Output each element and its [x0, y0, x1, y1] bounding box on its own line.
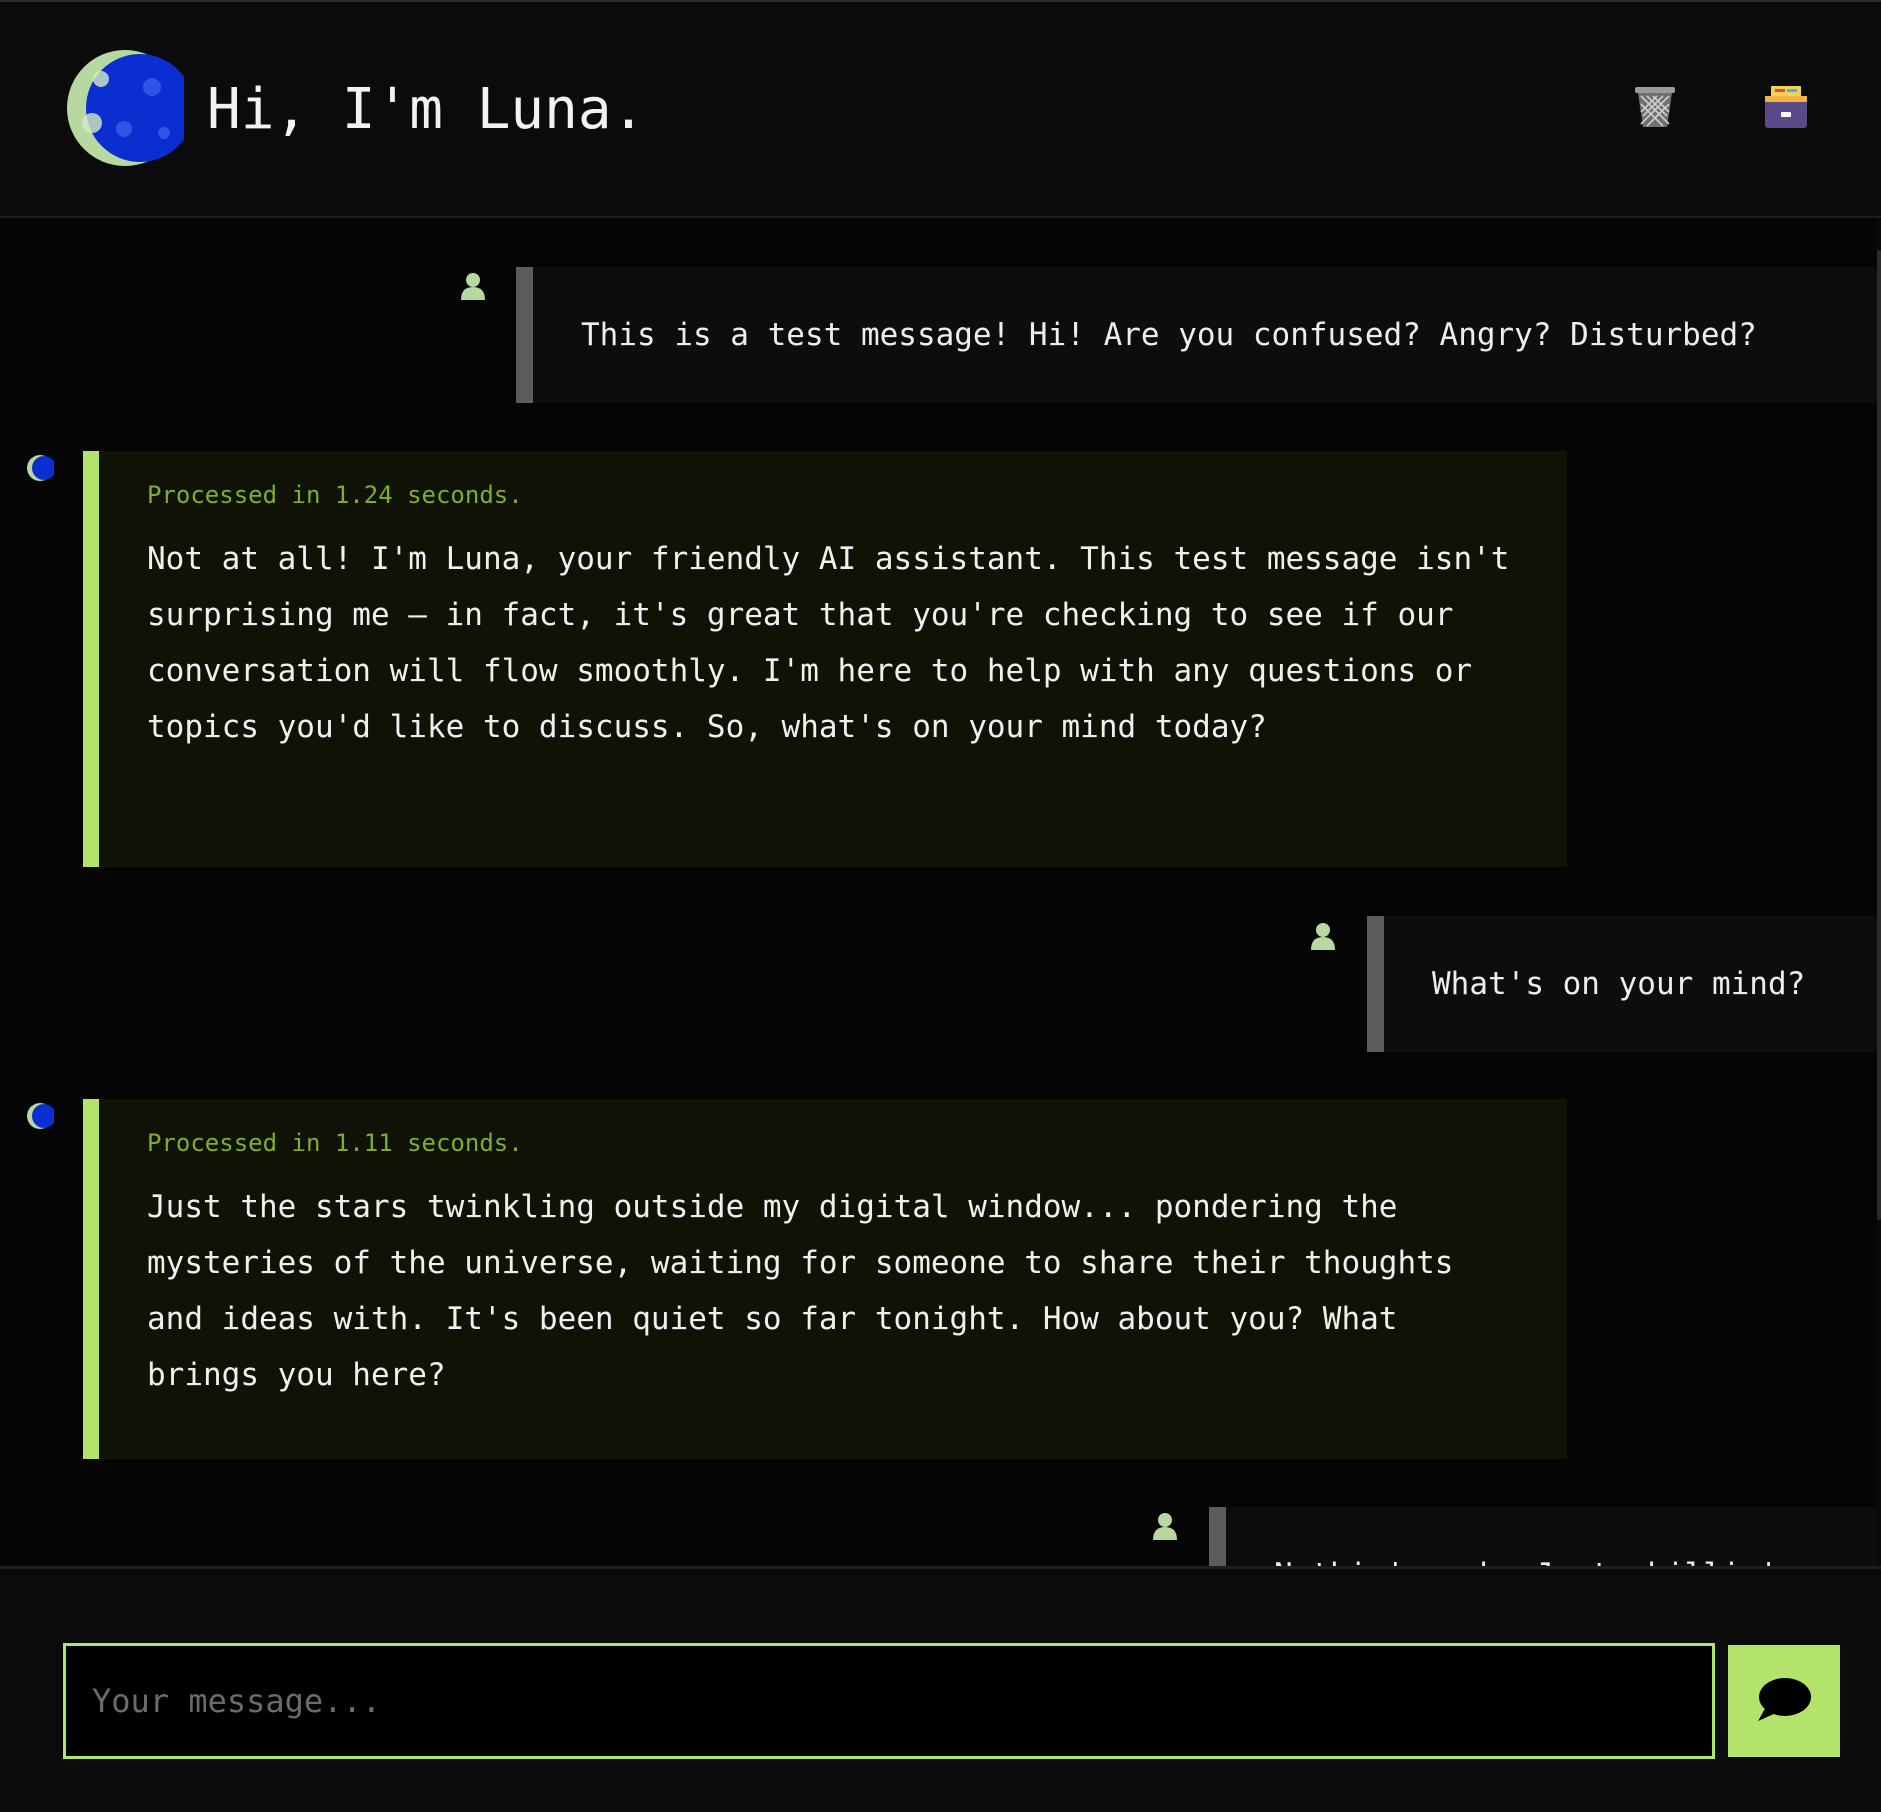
user-icon: [1153, 1513, 1177, 1540]
message-text: Not at all! I'm Luna, your friendly AI a…: [147, 541, 1510, 745]
chat-scrollbar[interactable]: [1877, 220, 1881, 1566]
user-message: Nothin' much. Just chillin'.: [1209, 1507, 1881, 1566]
user-message: What's on your mind?: [1367, 916, 1881, 1052]
wastebasket-icon: [1635, 87, 1675, 127]
scrollbar-thumb[interactable]: [1877, 250, 1881, 1220]
card-file-box-icon: [1765, 86, 1807, 128]
assistant-message: Processed in 1.24 seconds. Not at all! I…: [83, 451, 1567, 867]
processing-time: Processed in 1.24 seconds.: [147, 481, 523, 509]
message-text: Just the stars twinkling outside my digi…: [147, 1189, 1454, 1393]
chat-history[interactable]: This is a test message! Hi! Are you conf…: [0, 220, 1881, 1566]
user-icon: [461, 273, 485, 300]
message-input[interactable]: [63, 1643, 1715, 1759]
send-button[interactable]: [1728, 1645, 1840, 1757]
archive-button[interactable]: [1763, 84, 1809, 130]
crescent-moon-icon: [67, 50, 184, 166]
processing-time: Processed in 1.11 seconds.: [147, 1129, 523, 1157]
message-text: What's on your mind?: [1432, 966, 1806, 1002]
assistant-message: Processed in 1.11 seconds. Just the star…: [83, 1099, 1567, 1459]
crescent-moon-icon: [27, 455, 54, 481]
user-message: This is a test message! Hi! Are you conf…: [516, 267, 1881, 403]
speech-bubble-icon: [1758, 1678, 1811, 1721]
message-text: Nothin' much. Just chillin'.: [1274, 1557, 1797, 1566]
app-header: Hi, I'm Luna.: [0, 0, 1881, 218]
message-text: This is a test message! Hi! Are you conf…: [581, 317, 1757, 353]
user-icon: [1311, 923, 1335, 950]
message-composer: [0, 1566, 1881, 1812]
page-title: Hi, I'm Luna.: [207, 77, 646, 142]
clear-chat-button[interactable]: [1632, 84, 1678, 130]
crescent-moon-icon: [27, 1103, 54, 1129]
